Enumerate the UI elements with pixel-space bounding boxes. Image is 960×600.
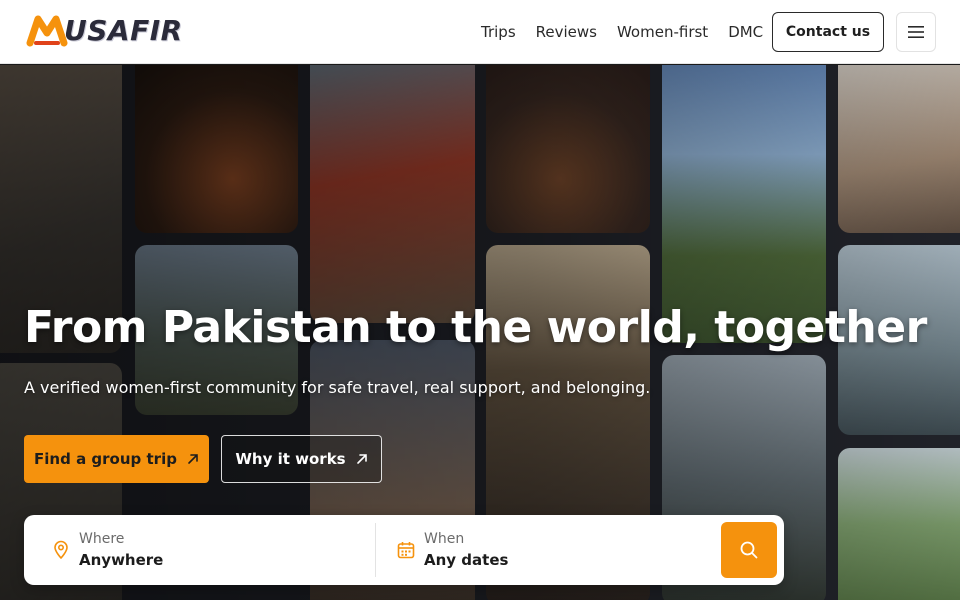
calendar-icon xyxy=(397,542,415,559)
where-label: Where xyxy=(79,531,125,547)
logo-text: USAFIR xyxy=(64,13,183,47)
nav-link-trips[interactable]: Trips xyxy=(481,23,516,41)
main-nav: Trips Reviews Women-first DMC xyxy=(481,0,783,64)
hamburger-icon xyxy=(908,26,924,38)
where-value: Anywhere xyxy=(79,551,164,569)
brand-logo[interactable]: USAFIR xyxy=(26,12,183,48)
site-header: USAFIR Trips Reviews Women-first DMC Con… xyxy=(0,0,960,64)
hero-section: From Pakistan to the world, together A v… xyxy=(0,65,960,600)
when-field[interactable]: When Any dates xyxy=(376,515,716,585)
contact-us-button[interactable]: Contact us xyxy=(772,12,884,52)
when-label: When xyxy=(424,531,465,547)
logo-mark-icon xyxy=(26,13,68,47)
where-field[interactable]: Where Anywhere xyxy=(24,515,374,585)
nav-link-dmc[interactable]: DMC xyxy=(728,23,763,41)
hero-subtitle: A verified women-first community for saf… xyxy=(24,378,651,397)
menu-button[interactable] xyxy=(896,12,936,52)
why-it-works-button[interactable]: Why it works xyxy=(221,435,382,483)
arrow-up-right-icon xyxy=(188,454,198,464)
trip-search-bar: Where Anywhere When Any dates xyxy=(24,515,784,585)
why-it-works-label: Why it works xyxy=(235,450,346,468)
when-value: Any dates xyxy=(424,551,509,569)
map-pin-icon xyxy=(54,540,68,560)
search-icon xyxy=(740,541,758,559)
nav-link-reviews[interactable]: Reviews xyxy=(536,23,597,41)
find-group-trip-label: Find a group trip xyxy=(34,450,177,468)
arrow-up-right-icon xyxy=(356,454,367,464)
hero-title: From Pakistan to the world, together xyxy=(24,302,927,353)
search-button[interactable] xyxy=(721,522,777,578)
nav-link-women-first[interactable]: Women-first xyxy=(617,23,708,41)
find-group-trip-button[interactable]: Find a group trip xyxy=(24,435,209,483)
